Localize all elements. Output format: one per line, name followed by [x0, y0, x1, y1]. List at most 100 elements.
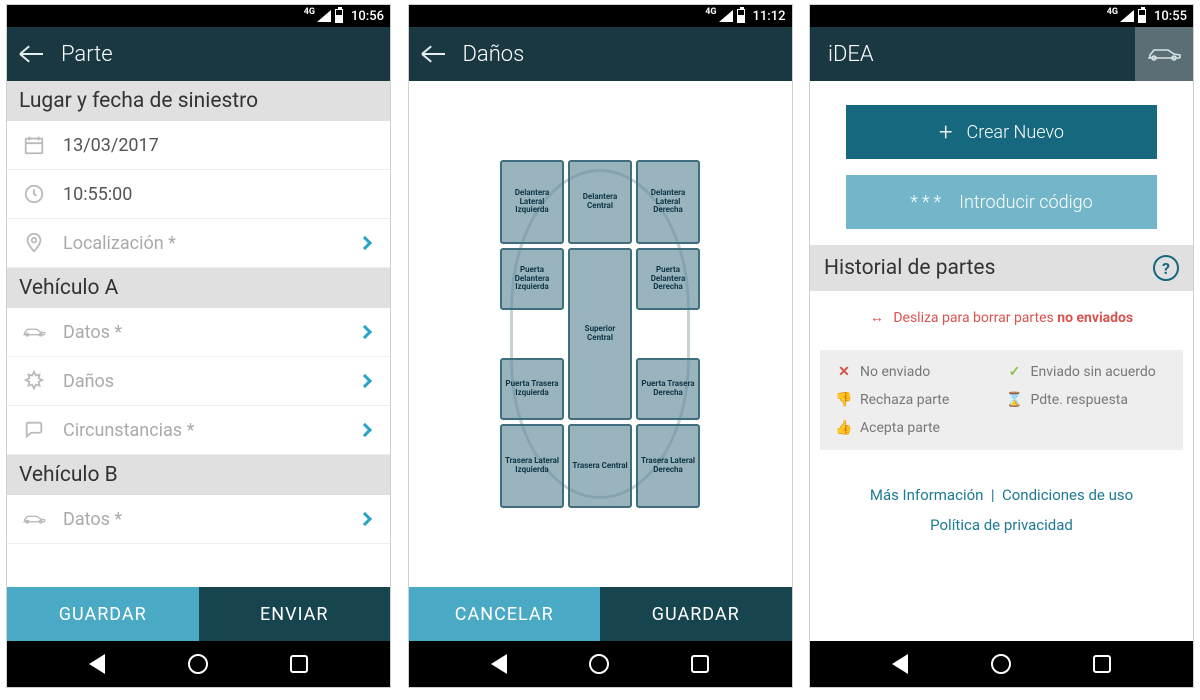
location-label: Localización * — [63, 233, 344, 254]
status-bar: 4G 10:55 — [810, 5, 1193, 27]
create-new-button[interactable]: + Crear Nuevo — [846, 105, 1157, 159]
zone-front-left[interactable]: Delantera Lateral Izquierda — [500, 160, 564, 244]
phone-screen-danos: 4G 11:12 Daños Delantera Lateral Izquier… — [408, 4, 793, 688]
footer-links: Más Información | Condiciones de uso Pol… — [810, 456, 1193, 550]
car-icon — [21, 325, 47, 339]
nav-home-icon[interactable] — [188, 654, 208, 674]
vehicle-button[interactable] — [1135, 27, 1193, 81]
back-arrow-icon[interactable] — [423, 53, 445, 55]
row-time[interactable]: 10:55:00 — [7, 170, 390, 219]
app-header: Parte — [7, 27, 390, 81]
legend-no-enviado: ✕No enviado — [836, 364, 997, 380]
battery-icon — [737, 9, 745, 23]
zone-door-rear-left[interactable]: Puerta Trasera Izquierda — [500, 358, 564, 420]
zone-rear-right[interactable]: Trasera Lateral Derecha — [636, 424, 700, 508]
footer-buttons: GUARDAR ENVIAR — [7, 587, 390, 641]
history-title: Historial de partes — [824, 256, 995, 280]
zone-door-rear-right[interactable]: Puerta Trasera Derecha — [636, 358, 700, 420]
back-arrow-icon[interactable] — [21, 53, 43, 55]
section-vehb-title: Vehículo B — [7, 455, 390, 495]
app-title: iDEA — [828, 42, 874, 67]
cancel-button[interactable]: CANCELAR — [409, 587, 601, 641]
chevron-right-icon — [358, 423, 372, 437]
hourglass-icon: ⌛ — [1007, 392, 1023, 408]
zone-front-right[interactable]: Delantera Lateral Derecha — [636, 160, 700, 244]
car-icon — [21, 512, 47, 526]
x-icon: ✕ — [836, 364, 852, 380]
chevron-right-icon — [358, 512, 372, 526]
swipe-hint: ↔ Desliza para borrar partes no enviados — [810, 291, 1193, 344]
row-vehb-datos[interactable]: Datos * — [7, 495, 390, 544]
zone-door-front-right[interactable]: Puerta Delantera Derecha — [636, 248, 700, 310]
status-bar: 4G 10:56 — [7, 5, 390, 27]
help-icon[interactable]: ? — [1153, 255, 1179, 281]
nav-recent-icon[interactable] — [290, 655, 308, 673]
status-legend: ✕No enviado ✓Enviado sin acuerdo 👎Rechaz… — [820, 350, 1183, 450]
car-icon — [1146, 46, 1182, 62]
nav-home-icon[interactable] — [589, 654, 609, 674]
form-content: Lugar y fecha de siniestro 13/03/2017 10… — [7, 81, 390, 587]
car-damage-selector: Delantera Lateral Izquierda Delantera Ce… — [409, 81, 792, 587]
save-button[interactable]: GUARDAR — [600, 587, 792, 641]
zone-front-center[interactable]: Delantera Central — [568, 160, 632, 244]
damage-content: Delantera Lateral Izquierda Delantera Ce… — [409, 81, 792, 587]
enter-code-button[interactable]: *** Introducir código — [846, 175, 1157, 229]
status-time: 10:55 — [1154, 9, 1187, 24]
check-icon: ✓ — [1007, 364, 1023, 380]
chat-icon — [21, 419, 47, 441]
home-content: + Crear Nuevo *** Introducir código Hist… — [810, 81, 1193, 641]
link-conditions[interactable]: Condiciones de uso — [1002, 486, 1133, 504]
thumbs-up-icon: 👍 — [836, 420, 852, 436]
legend-pdte: ⌛Pdte. respuesta — [1007, 392, 1168, 408]
nav-back-icon[interactable] — [89, 654, 105, 674]
link-more-info[interactable]: Más Información — [870, 486, 984, 504]
calendar-icon — [21, 134, 47, 156]
status-bar: 4G 11:12 — [409, 5, 792, 27]
asterisks-icon: *** — [910, 192, 945, 213]
zone-door-front-left[interactable]: Puerta Delantera Izquierda — [500, 248, 564, 310]
row-veha-datos[interactable]: Datos * — [7, 308, 390, 357]
nav-home-icon[interactable] — [991, 654, 1011, 674]
send-button[interactable]: ENVIAR — [199, 587, 391, 641]
link-privacy[interactable]: Política de privacidad — [930, 516, 1073, 534]
row-veha-danos[interactable]: Daños — [7, 357, 390, 406]
vehb-datos-label: Datos * — [63, 509, 344, 530]
veha-circ-label: Circunstancias * — [63, 420, 344, 441]
date-value: 13/03/2017 — [63, 135, 376, 156]
save-button[interactable]: GUARDAR — [7, 587, 199, 641]
network-4g-icon: 4G — [705, 7, 716, 17]
nav-recent-icon[interactable] — [691, 655, 709, 673]
header-title: Parte — [61, 42, 113, 67]
status-time: 11:12 — [753, 9, 786, 24]
nav-back-icon[interactable] — [491, 654, 507, 674]
time-value: 10:55:00 — [63, 184, 376, 205]
legend-enviado: ✓Enviado sin acuerdo — [1007, 364, 1168, 380]
home-header: iDEA — [810, 27, 1193, 81]
legend-rechaza: 👎Rechaza parte — [836, 392, 997, 408]
legend-acepta: 👍Acepta parte — [836, 420, 997, 436]
footer-buttons: CANCELAR GUARDAR — [409, 587, 792, 641]
phone-screen-home: 4G 10:55 iDEA + Crear Nuevo *** Introduc… — [809, 4, 1194, 688]
swipe-hint-bold: no enviados — [1057, 310, 1133, 326]
android-nav-bar — [810, 641, 1193, 687]
location-icon — [21, 232, 47, 254]
nav-back-icon[interactable] — [892, 654, 908, 674]
veha-datos-label: Datos * — [63, 322, 344, 343]
android-nav-bar — [409, 641, 792, 687]
veha-danos-label: Daños — [63, 371, 344, 392]
zone-top-center[interactable]: Superior Central — [568, 248, 632, 420]
chevron-right-icon — [358, 236, 372, 250]
row-veha-circ[interactable]: Circunstancias * — [7, 406, 390, 455]
status-time: 10:56 — [351, 9, 384, 24]
enter-code-label: Introducir código — [959, 192, 1093, 213]
android-nav-bar — [7, 641, 390, 687]
nav-recent-icon[interactable] — [1093, 655, 1111, 673]
signal-icon — [719, 10, 733, 22]
signal-icon — [1120, 10, 1134, 22]
row-date[interactable]: 13/03/2017 — [7, 121, 390, 170]
zone-rear-center[interactable]: Trasera Central — [568, 424, 632, 508]
zone-rear-left[interactable]: Trasera Lateral Izquierda — [500, 424, 564, 508]
battery-icon — [335, 9, 343, 23]
history-header: Historial de partes ? — [810, 245, 1193, 291]
row-location[interactable]: Localización * — [7, 219, 390, 268]
